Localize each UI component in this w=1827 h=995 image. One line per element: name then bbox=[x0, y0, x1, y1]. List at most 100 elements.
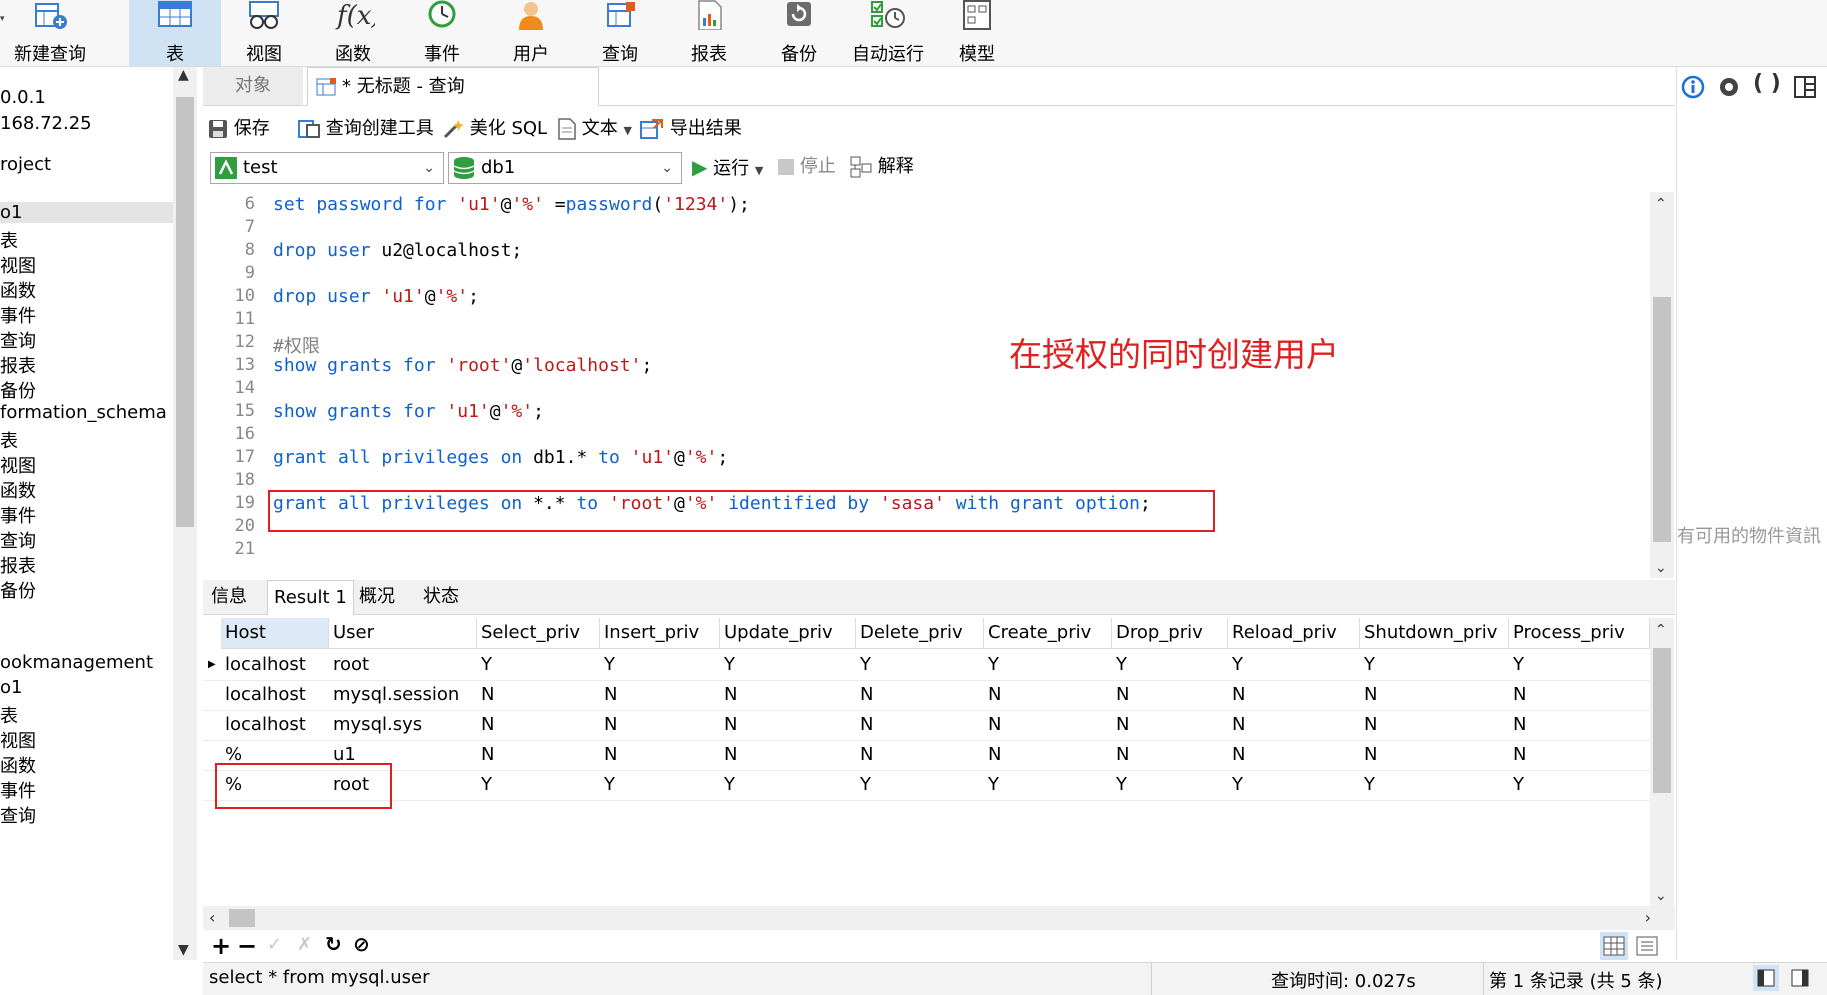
table-cell[interactable]: Y bbox=[984, 770, 999, 800]
table-cell[interactable]: N bbox=[856, 710, 873, 740]
table-cell[interactable]: N bbox=[720, 740, 737, 770]
database-select[interactable]: db1 ⌄ bbox=[448, 152, 682, 184]
code-line[interactable]: show grants for 'root'@'localhost'; bbox=[273, 355, 652, 376]
preview-eye-icon[interactable] bbox=[1717, 75, 1741, 99]
toolbar-user-button[interactable]: 用户 bbox=[485, 0, 577, 66]
scroll-down-icon[interactable]: ⌄ bbox=[1655, 888, 1667, 904]
table-cell[interactable]: N bbox=[1112, 680, 1129, 710]
navigator-item[interactable]: 事件 bbox=[0, 302, 36, 328]
column-header[interactable]: Create_priv bbox=[984, 618, 1112, 649]
form-view-icon[interactable] bbox=[1633, 932, 1661, 960]
scroll-left-icon[interactable]: ‹ bbox=[209, 908, 215, 927]
navigator-item[interactable]: 报表 bbox=[0, 352, 36, 378]
layout-icon[interactable] bbox=[1793, 75, 1817, 99]
navigator-item[interactable]: 函数 bbox=[0, 277, 36, 303]
table-cell[interactable]: N bbox=[1112, 710, 1129, 740]
table-cell[interactable]: N bbox=[984, 680, 1001, 710]
table-cell[interactable]: Y bbox=[477, 770, 492, 800]
navigator-item[interactable]: 表 bbox=[0, 427, 18, 453]
navigator-item[interactable]: o1 bbox=[0, 202, 173, 223]
toolbar-report-button[interactable]: 报表 bbox=[663, 0, 755, 66]
column-header[interactable]: Host bbox=[221, 618, 329, 649]
table-cell[interactable]: Y bbox=[600, 770, 615, 800]
panel-toggle-left-icon[interactable] bbox=[1753, 965, 1779, 991]
navigator-item[interactable]: 查询 bbox=[0, 327, 36, 353]
table-cell[interactable]: mysql.sys bbox=[329, 710, 422, 740]
table-cell[interactable]: Y bbox=[984, 650, 999, 680]
table-cell[interactable]: Y bbox=[720, 770, 735, 800]
column-header[interactable]: Process_priv bbox=[1509, 618, 1650, 649]
toolbar-auto-run-button[interactable]: 自动运行 bbox=[842, 0, 934, 66]
ddl-brackets-icon[interactable]: ( ) bbox=[1753, 71, 1781, 96]
navigator-item[interactable]: 查询 bbox=[0, 527, 36, 553]
column-header[interactable]: Update_priv bbox=[720, 618, 856, 649]
result-grid[interactable]: Host User Select_priv Insert_priv Update_pri… bbox=[203, 618, 1650, 906]
code-line[interactable]: show grants for 'u1'@'%'; bbox=[273, 401, 544, 422]
toolbar-function-button[interactable]: f(x) 函数 bbox=[307, 0, 399, 66]
table-cell[interactable]: N bbox=[1228, 740, 1245, 770]
table-cell[interactable]: Y bbox=[1360, 770, 1375, 800]
navigator-item[interactable]: 事件 bbox=[0, 777, 36, 803]
scroll-thumb[interactable] bbox=[176, 97, 194, 527]
table-cell[interactable]: Y bbox=[720, 650, 735, 680]
column-header[interactable]: Insert_priv bbox=[600, 618, 720, 649]
toolbar-model-button[interactable]: 模型 bbox=[931, 0, 1023, 66]
navigator-item[interactable]: 报表 bbox=[0, 552, 36, 578]
stop-button[interactable]: 停止 bbox=[778, 150, 836, 184]
table-cell[interactable]: N bbox=[1228, 680, 1245, 710]
save-button[interactable]: 保存 bbox=[208, 112, 270, 146]
column-header[interactable]: Select_priv bbox=[477, 618, 600, 649]
beautify-sql-button[interactable]: 美化 SQL bbox=[442, 112, 547, 146]
table-cell[interactable]: N bbox=[720, 680, 737, 710]
table-cell[interactable]: localhost bbox=[221, 650, 306, 680]
navigator-item[interactable]: 0.0.1 bbox=[0, 87, 46, 108]
editor-scrollbar[interactable]: ⌃ ⌄ bbox=[1650, 192, 1674, 578]
table-cell[interactable]: N bbox=[600, 680, 617, 710]
query-builder-button[interactable]: 查询创建工具 bbox=[298, 112, 434, 146]
table-cell[interactable]: N bbox=[1228, 710, 1245, 740]
column-header[interactable]: Delete_priv bbox=[856, 618, 984, 649]
grid-scrollbar[interactable]: ⌃ ⌄ bbox=[1650, 618, 1674, 906]
grid-horizontal-scrollbar[interactable]: ‹ › bbox=[203, 906, 1675, 930]
navigator-item[interactable]: 函数 bbox=[0, 752, 36, 778]
table-cell[interactable]: N bbox=[600, 710, 617, 740]
tab-objects[interactable]: 对象 bbox=[203, 67, 303, 105]
scroll-thumb[interactable] bbox=[1653, 648, 1671, 793]
table-cell[interactable]: Y bbox=[1509, 770, 1524, 800]
table-cell[interactable]: N bbox=[856, 740, 873, 770]
apply-icon[interactable]: ✓ bbox=[267, 934, 282, 955]
stop-query-icon[interactable]: ⊘ bbox=[353, 932, 370, 956]
toolbar-backup-button[interactable]: 备份 bbox=[753, 0, 845, 66]
run-button[interactable]: ▶ 运行 ▼ bbox=[692, 150, 763, 184]
table-row[interactable]: ▶ localhost root Y Y Y Y Y Y Y Y Y bbox=[203, 650, 1650, 681]
column-header[interactable]: User bbox=[329, 618, 477, 649]
code-line[interactable]: grant all privileges on db1.* to 'u1'@'%… bbox=[273, 447, 728, 468]
table-cell[interactable]: N bbox=[1112, 740, 1129, 770]
table-cell[interactable]: Y bbox=[856, 770, 871, 800]
navigator-item[interactable]: roject bbox=[0, 154, 51, 175]
explain-button[interactable]: 解释 bbox=[850, 150, 914, 184]
table-cell[interactable]: Y bbox=[1112, 650, 1127, 680]
table-cell[interactable]: root bbox=[329, 650, 369, 680]
scroll-right-icon[interactable]: › bbox=[1645, 908, 1651, 927]
scroll-down-icon[interactable]: ▼ bbox=[178, 942, 189, 958]
navigator-item[interactable]: 视图 bbox=[0, 452, 36, 478]
table-cell[interactable]: Y bbox=[1112, 770, 1127, 800]
table-cell[interactable]: N bbox=[1509, 740, 1526, 770]
navigator-item[interactable]: 函数 bbox=[0, 477, 36, 503]
table-cell[interactable]: Y bbox=[600, 650, 615, 680]
panel-toggle-right-icon[interactable] bbox=[1787, 965, 1813, 991]
table-cell[interactable]: Y bbox=[1360, 650, 1375, 680]
code-line[interactable]: set password for 'u1'@'%' =password('123… bbox=[273, 194, 750, 215]
scroll-thumb[interactable] bbox=[1653, 297, 1671, 542]
table-cell[interactable]: Y bbox=[477, 650, 492, 680]
table-cell[interactable]: Y bbox=[1228, 770, 1243, 800]
table-cell[interactable]: Y bbox=[856, 650, 871, 680]
navigator-item[interactable]: 备份 bbox=[0, 577, 36, 603]
result-tab[interactable]: Result 1 bbox=[267, 580, 354, 615]
table-cell[interactable]: N bbox=[1509, 710, 1526, 740]
table-cell[interactable]: localhost bbox=[221, 710, 306, 740]
connection-select[interactable]: test ⌄ bbox=[210, 152, 444, 184]
toolbar-event-clock-button[interactable]: 事件 bbox=[396, 0, 488, 66]
result-tab[interactable]: 状态 bbox=[417, 580, 465, 614]
